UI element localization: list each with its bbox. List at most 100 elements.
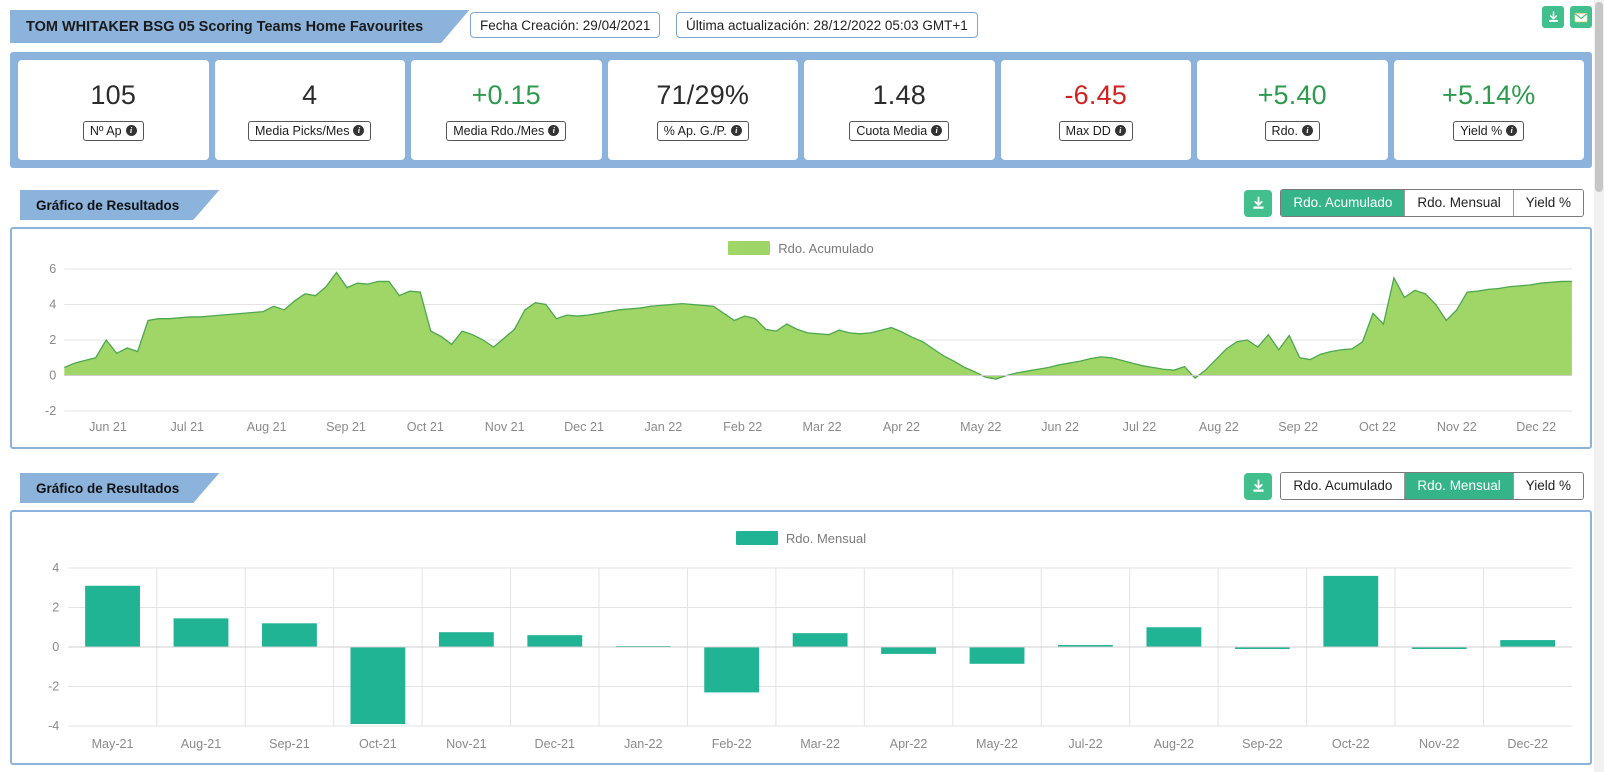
kpi-value: +0.15 xyxy=(471,79,541,110)
svg-text:Jun 21: Jun 21 xyxy=(89,420,127,434)
kpi-card: 4 Media Picks/Mes i xyxy=(214,60,405,160)
info-icon[interactable]: i xyxy=(730,125,742,136)
tab-yield[interactable]: Yield % xyxy=(1513,190,1583,216)
kpi-label-text: Media Rdo./Mes xyxy=(453,123,545,138)
svg-text:May 22: May 22 xyxy=(960,420,1001,434)
svg-text:2: 2 xyxy=(49,333,56,347)
kpi-value: +5.40 xyxy=(1257,79,1327,110)
last-update-badge: Última actualización: 28/12/2022 05:03 G… xyxy=(676,12,978,38)
cumulative-area-chart: 6 4 2 0 -2 Jun 21 Jul 21 Aug 21 Sep 21 Oct 21 Nov … xyxy=(45,262,1572,434)
svg-text:0: 0 xyxy=(52,640,59,654)
top-action-icons xyxy=(1542,6,1592,28)
cumulative-chart-box: Rdo. Acumulado 6 4 2 0 -2 Jun 21 Jul 21 Aug 21 S… xyxy=(10,227,1592,449)
kpi-label[interactable]: Nº Ap i xyxy=(82,120,144,141)
svg-text:Dec 22: Dec 22 xyxy=(1516,420,1556,434)
panel-header: Gráfico de Resultados Rdo. Acumulado Rdo… xyxy=(10,465,1592,510)
kpi-value: +5.14% xyxy=(1441,79,1536,110)
info-icon[interactable]: i xyxy=(1114,125,1126,136)
dashboard-page: TOM WHITAKER BSG 05 Scoring Teams Home F… xyxy=(0,0,1604,772)
kpi-value: 4 xyxy=(302,79,318,110)
kpi-label[interactable]: % Ap. G./P. i xyxy=(656,120,749,141)
kpi-label[interactable]: Rdo. i xyxy=(1264,120,1320,141)
legend-swatch xyxy=(728,241,771,255)
panel-toolbar: Rdo. Acumulado Rdo. Mensual Yield % xyxy=(1244,472,1584,500)
tab-rdo-mensual[interactable]: Rdo. Mensual xyxy=(1405,473,1514,499)
kpi-label[interactable]: Yield % i xyxy=(1453,120,1525,141)
svg-text:Jun 22: Jun 22 xyxy=(1041,420,1079,434)
creation-date-badge: Fecha Creación: 29/04/2021 xyxy=(470,12,661,38)
kpi-label-text: Cuota Media xyxy=(856,123,928,138)
svg-text:Nov-21: Nov-21 xyxy=(446,737,487,751)
download-icon[interactable] xyxy=(1542,6,1564,28)
info-icon[interactable]: i xyxy=(125,125,137,136)
svg-text:6: 6 xyxy=(49,262,56,276)
kpi-value: 105 xyxy=(90,79,137,110)
info-icon[interactable]: i xyxy=(1506,125,1518,136)
kpi-card: 1.48 Cuota Media i xyxy=(804,60,995,160)
panel-header: Gráfico de Resultados Rdo. Acumulado Rdo… xyxy=(10,182,1592,227)
top-bar: TOM WHITAKER BSG 05 Scoring Teams Home F… xyxy=(0,0,1604,46)
kpi-label-text: Max DD xyxy=(1065,123,1111,138)
monthly-bar-chart: 4 2 0 -2 -4 May-21 Aug-21 Sep-21 Oct-21 Nov-21 Dec… xyxy=(48,561,1572,751)
info-icon[interactable]: i xyxy=(353,125,365,136)
svg-text:Feb 22: Feb 22 xyxy=(723,420,762,434)
svg-text:4: 4 xyxy=(49,298,56,312)
tab-rdo-acumulado[interactable]: Rdo. Acumulado xyxy=(1281,473,1406,499)
tab-yield[interactable]: Yield % xyxy=(1513,473,1583,499)
svg-text:Aug-21: Aug-21 xyxy=(181,737,222,751)
svg-text:-2: -2 xyxy=(48,680,59,694)
svg-text:2: 2 xyxy=(52,601,59,615)
tab-rdo-mensual[interactable]: Rdo. Mensual xyxy=(1405,190,1514,216)
svg-text:4: 4 xyxy=(52,561,59,575)
kpi-card: +5.40 Rdo. i xyxy=(1197,60,1388,160)
info-icon[interactable]: i xyxy=(931,125,943,136)
kpi-label[interactable]: Max DD i xyxy=(1058,120,1133,141)
download-icon[interactable] xyxy=(1244,189,1273,217)
legend-label: Rdo. Acumulado xyxy=(778,240,874,256)
panel-toolbar: Rdo. Acumulado Rdo. Mensual Yield % xyxy=(1244,189,1584,217)
kpi-label[interactable]: Cuota Media i xyxy=(849,120,950,141)
kpi-label[interactable]: Media Rdo./Mes i xyxy=(446,120,567,141)
info-icon[interactable]: i xyxy=(548,125,560,136)
kpi-value: -6.45 xyxy=(1064,79,1128,110)
download-icon[interactable] xyxy=(1244,472,1273,500)
kpi-label-text: Nº Ap xyxy=(89,123,122,138)
svg-text:Apr-22: Apr-22 xyxy=(890,737,928,751)
svg-text:Aug-22: Aug-22 xyxy=(1154,737,1195,751)
svg-text:-2: -2 xyxy=(45,404,56,418)
kpi-card: +5.14% Yield % i xyxy=(1393,60,1584,160)
svg-text:Mar 22: Mar 22 xyxy=(803,420,842,434)
svg-text:0: 0 xyxy=(49,369,56,383)
svg-text:Aug 22: Aug 22 xyxy=(1199,420,1239,434)
svg-text:Dec-22: Dec-22 xyxy=(1507,737,1548,751)
kpi-label-text: Yield % xyxy=(1460,123,1503,138)
chart-view-tabs: Rdo. Acumulado Rdo. Mensual Yield % xyxy=(1280,472,1584,500)
kpi-card: 71/29% % Ap. G./P. i xyxy=(607,60,798,160)
monthly-chart-box: Rdo. Mensual 4 2 0 -2 -4 May-21 Aug-21 Sep-21 Oc… xyxy=(10,510,1592,765)
chart-view-tabs: Rdo. Acumulado Rdo. Mensual Yield % xyxy=(1280,189,1584,217)
kpi-value: 1.48 xyxy=(872,79,926,110)
tab-rdo-acumulado[interactable]: Rdo. Acumulado xyxy=(1281,190,1406,216)
info-icon[interactable]: i xyxy=(1301,125,1313,136)
svg-text:Dec 21: Dec 21 xyxy=(564,420,604,434)
kpi-band: 105 Nº Ap i 4 Media Picks/Mes i +0.15 Medi… xyxy=(10,52,1592,168)
svg-text:Sep 22: Sep 22 xyxy=(1278,420,1318,434)
scrollbar-thumb[interactable] xyxy=(1595,2,1603,192)
svg-text:Dec-21: Dec-21 xyxy=(535,737,576,751)
kpi-card: 105 Nº Ap i xyxy=(18,60,209,160)
panel-title: Gráfico de Resultados xyxy=(20,473,219,503)
svg-text:Jul 21: Jul 21 xyxy=(171,420,205,434)
svg-text:Nov-22: Nov-22 xyxy=(1419,737,1460,751)
kpi-label[interactable]: Media Picks/Mes i xyxy=(248,120,372,141)
results-chart-panel-cumulative: Gráfico de Resultados Rdo. Acumulado Rdo… xyxy=(10,182,1592,449)
svg-text:Sep-22: Sep-22 xyxy=(1242,737,1283,751)
svg-text:Nov 22: Nov 22 xyxy=(1437,420,1477,434)
svg-text:Oct-21: Oct-21 xyxy=(359,737,397,751)
svg-text:Sep 21: Sep 21 xyxy=(326,420,366,434)
svg-text:May-21: May-21 xyxy=(92,737,134,751)
results-chart-panel-monthly: Gráfico de Resultados Rdo. Acumulado Rdo… xyxy=(10,465,1592,765)
svg-text:Jan 22: Jan 22 xyxy=(645,420,683,434)
scrollbar-track[interactable] xyxy=(1594,0,1604,772)
email-icon[interactable] xyxy=(1570,6,1592,28)
svg-text:Oct-22: Oct-22 xyxy=(1332,737,1370,751)
